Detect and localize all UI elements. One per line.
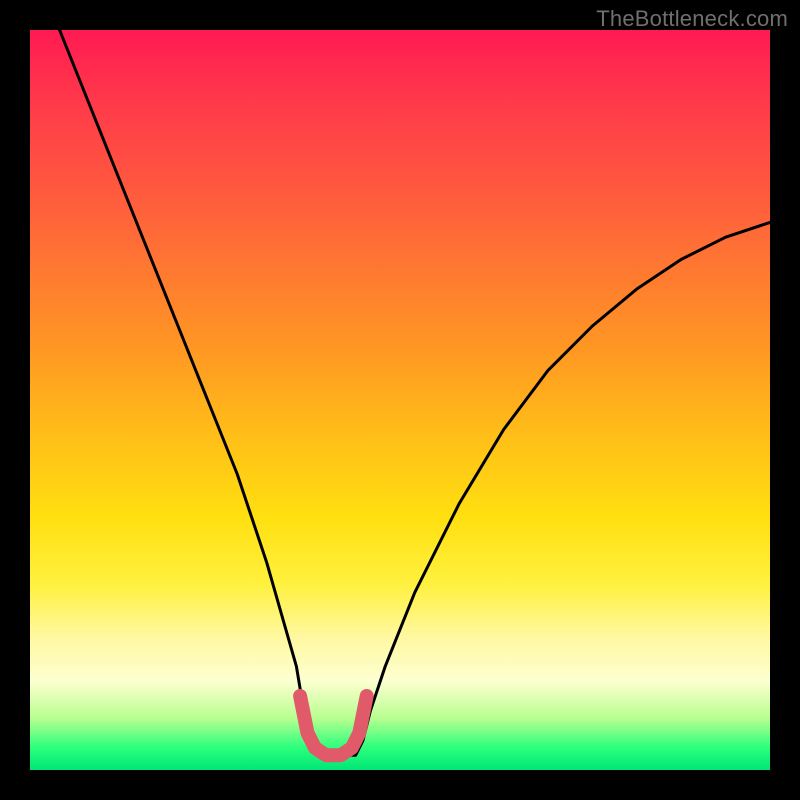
bottleneck-curve-line	[60, 30, 770, 755]
chart-svg	[30, 30, 770, 770]
plot-area	[30, 30, 770, 770]
chart-frame: TheBottleneck.com	[0, 0, 800, 800]
optimal-highlight-line	[300, 696, 367, 755]
watermark-text: TheBottleneck.com	[596, 6, 788, 32]
